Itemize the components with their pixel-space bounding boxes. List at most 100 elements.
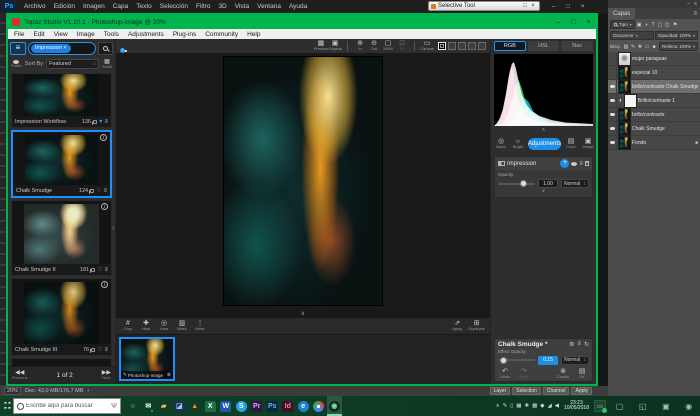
pinned-app-icon[interactable]: ◱ <box>639 402 647 411</box>
layer-thumbnail[interactable] <box>619 123 630 135</box>
menu-item[interactable]: Edit <box>33 31 44 38</box>
layer-row[interactable]: ◐ Brillo/contraste 1 <box>608 94 700 108</box>
image-canvas[interactable]: ∨ <box>116 53 490 317</box>
preset-card[interactable]: Impression Workflow 136 ♥ ≡ <box>11 73 112 128</box>
quick-adjust-button[interactable]: ▤Color <box>564 138 578 150</box>
topaz-titlebar[interactable]: Topaz Studio V1.10.1 - Photoshop-image @… <box>8 15 596 29</box>
collapse-histogram-icon[interactable]: ∧ <box>491 127 596 134</box>
layer-visibility-toggle[interactable] <box>608 136 617 149</box>
taskbar-app[interactable]: S <box>234 396 250 416</box>
commit-button[interactable]: ▤OK <box>575 368 589 380</box>
layer-thumbnail[interactable] <box>625 95 636 107</box>
layer-thumbnail[interactable] <box>619 67 630 79</box>
blend-mode-dropdown[interactable]: Oscurecer <box>610 31 654 40</box>
sidebar-collapse-handle[interactable]: ‹ <box>112 225 114 232</box>
menu-item[interactable]: Capa <box>113 3 129 10</box>
histogram-tab[interactable]: Nav <box>561 41 593 51</box>
taskbar-app[interactable]: ✉ <box>141 396 157 416</box>
effect-blend-dropdown[interactable]: Normal <box>561 356 589 365</box>
action-button[interactable]: ⇗Apply <box>450 320 464 332</box>
tray-icon[interactable]: ▯ <box>510 403 513 409</box>
window-control-button[interactable]: □ <box>566 4 570 10</box>
view-mode-button[interactable] <box>468 42 476 50</box>
notifications-button[interactable]: 1 <box>120 43 122 50</box>
panel-menu-icon[interactable]: ≡ <box>579 161 583 167</box>
favorite-heart-icon[interactable]: ♥ <box>99 119 103 125</box>
menu-item[interactable]: File <box>14 31 24 38</box>
window-control-button[interactable]: – <box>551 19 566 26</box>
menu-item[interactable]: Texto <box>136 3 152 10</box>
taskbar-app[interactable]: ◉ <box>327 396 343 416</box>
lock-option-icon[interactable]: ✎ <box>630 44 637 50</box>
layer-thumbnail[interactable] <box>619 81 630 93</box>
preset-menu-icon[interactable]: ≡ <box>104 347 108 353</box>
window-control-button[interactable]: □ <box>566 19 581 26</box>
action-button[interactable]: ⊞Duplicate <box>468 320 485 332</box>
layer-visibility-toggle[interactable] <box>608 108 617 121</box>
preset-card[interactable]: Chalk Smudge II 181 ♡ ≡ <box>11 200 112 276</box>
tray-icon[interactable]: ◀ <box>555 403 559 409</box>
opacity-slider[interactable] <box>498 183 535 185</box>
history-button[interactable]: ↶Undo <box>498 368 512 380</box>
window-control-button[interactable]: × <box>581 19 596 26</box>
selective-tool-window[interactable]: Selective Tool □× <box>428 1 540 11</box>
view-mode-button[interactable] <box>478 42 486 50</box>
info-icon[interactable] <box>101 281 108 288</box>
histogram-tab[interactable]: HSL <box>528 41 560 51</box>
layer-visibility-toggle[interactable] <box>608 122 617 135</box>
taskbar-search[interactable]: Escribe aquí para buscar Ψ <box>13 398 121 414</box>
plugin-button[interactable]: Channel <box>543 387 570 395</box>
tray-icon[interactable]: ✚ <box>524 403 529 409</box>
edit-tool-button[interactable]: ▥Mask <box>175 320 189 332</box>
filter-pin-icon[interactable]: ⚑ <box>672 22 679 28</box>
menu-item[interactable]: Selección <box>160 3 188 10</box>
opacity-value[interactable]: 1.00 <box>538 179 558 188</box>
canvas-color-button[interactable]: ▭Canvas <box>420 40 434 52</box>
menu-item[interactable]: Community <box>205 31 238 38</box>
visibility-eye-icon[interactable] <box>571 162 577 166</box>
layer-visibility-toggle[interactable] <box>608 66 617 79</box>
effect-opacity-slider[interactable] <box>498 359 535 361</box>
window-control-button[interactable]: × <box>581 4 585 10</box>
taskbar-app[interactable]: Id <box>280 396 296 416</box>
menu-item[interactable]: View <box>54 31 68 38</box>
menu-item[interactable]: Filtro <box>196 3 210 10</box>
add-adjustment-button[interactable]: + <box>560 159 569 168</box>
favorite-heart-icon[interactable]: ♡ <box>97 266 102 273</box>
layer-row[interactable]: Fondo ■ <box>608 136 700 150</box>
panel-menu-icon[interactable]: ≡ <box>693 11 700 17</box>
plugin-button[interactable]: Apply <box>571 387 592 395</box>
hamburger-menu-button[interactable]: ≡ <box>10 42 26 55</box>
taskbar-app[interactable]: ▲ <box>187 396 203 416</box>
menu-item[interactable]: Plug-ins <box>173 31 196 38</box>
fill-dropdown[interactable]: Relleno:100% <box>659 42 698 51</box>
window-control-button[interactable]: × <box>529 3 537 9</box>
slider-handle[interactable] <box>500 357 507 364</box>
commit-button[interactable]: ⊗Cancel <box>556 368 570 380</box>
effect-header-icon[interactable]: ⚙ <box>569 341 574 348</box>
view-mode-button[interactable] <box>438 42 446 50</box>
taskbar-app[interactable]: W <box>218 396 234 416</box>
layer-row[interactable]: brillo/contraste Chalk Smudge II <box>608 80 700 94</box>
edit-tool-button[interactable]: ◎Lens <box>157 320 171 332</box>
taskbar-app[interactable]: X <box>203 396 219 416</box>
menu-item[interactable]: 3D <box>218 3 226 10</box>
preset-card[interactable]: Chalk Smudge III 76 ♡ ≡ <box>11 278 112 356</box>
panel-control-icon[interactable]: – <box>687 1 690 7</box>
taskbar-app[interactable] <box>311 396 327 416</box>
taskbar-app[interactable]: Ps <box>265 396 281 416</box>
effect-header-icon[interactable]: ≡ <box>577 341 581 348</box>
search-tag[interactable]: Impression × <box>31 44 71 53</box>
layer-filter-icon[interactable]: T <box>650 22 657 28</box>
sort-dropdown[interactable]: Featured <box>46 59 99 69</box>
menu-item[interactable]: Adjustments <box>128 31 164 38</box>
taskbar-clock[interactable]: 23:23 10/05/2018 <box>564 401 589 412</box>
status-chevron-icon[interactable]: › <box>87 388 89 394</box>
tray-icon[interactable]: ◆ <box>540 403 544 409</box>
tray-icon[interactable]: ▩ <box>532 403 537 409</box>
info-icon[interactable] <box>101 203 108 210</box>
layer-opacity-dropdown[interactable]: Opacidad:100% <box>655 31 698 40</box>
layer-visibility-toggle[interactable] <box>608 52 617 65</box>
preset-menu-icon[interactable]: ≡ <box>104 267 108 273</box>
layer-filter-icon[interactable]: ▢ <box>657 22 664 28</box>
